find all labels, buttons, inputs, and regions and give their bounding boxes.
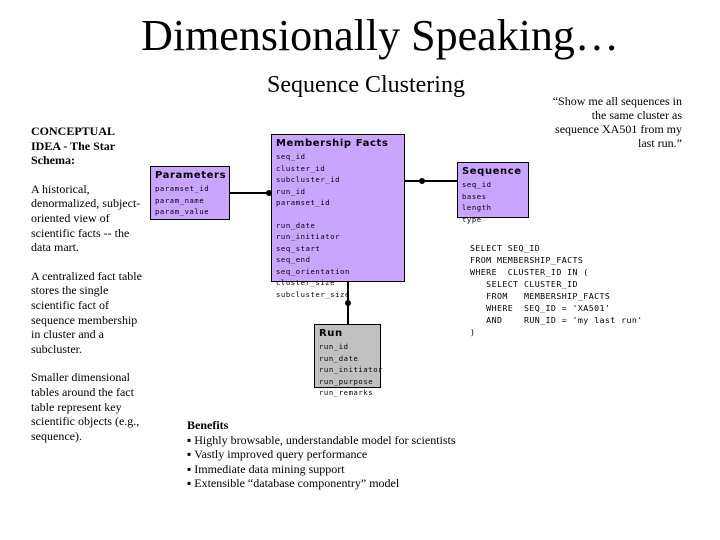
table-name: Parameters — [155, 170, 227, 181]
table-field: param_name — [155, 195, 205, 205]
table-field: seq_id — [276, 152, 306, 161]
table-field: bases — [462, 191, 487, 201]
table-field: seq_id — [462, 180, 492, 189]
sequence-table: Sequence seq_id bases length type — [457, 162, 529, 224]
concept-paragraph: A centralized fact table stores the sing… — [31, 268, 142, 356]
table-field: run_initiator — [276, 232, 341, 241]
concept-paragraph: Smaller dimensional tables around the fa… — [31, 370, 140, 443]
table-name: Run — [319, 328, 343, 339]
slide-title: Dimensionally Speaking… — [141, 11, 619, 60]
table-field: seq_orientation — [276, 266, 350, 276]
table-field: paramset_id — [155, 184, 210, 193]
benefits-heading: Benefits — [187, 418, 229, 432]
table-field: param_value — [155, 207, 210, 216]
table-field: subcluster_id — [276, 175, 341, 184]
table-field: seq_end — [276, 255, 311, 264]
sql-line: ) — [470, 327, 476, 337]
table-field: paramset_id — [276, 198, 331, 207]
run-table: Run run_id run_date run_initiator run_pu… — [314, 324, 384, 397]
connector-endpoint-dot — [345, 300, 351, 306]
sql-line: FROM MEMBERSHIP_FACTS — [470, 291, 611, 301]
parameters-table: Parameters paramset_id param_name param_… — [150, 166, 230, 220]
concept-paragraph: A historical, denormalized, subject-orie… — [31, 181, 141, 255]
benefit-item: Extensible “database componentry” model — [187, 476, 456, 491]
membership-facts-table: Membership Facts seq_id cluster_id subcl… — [271, 134, 405, 299]
benefit-item: Vastly improved query performance — [187, 447, 456, 462]
table-field: run_id — [319, 342, 349, 351]
sql-line: WHERE SEQ_ID = 'XA501' — [470, 303, 611, 313]
benefit-item: Highly browsable, understandable model f… — [187, 433, 455, 448]
table-field: cluster_size — [276, 278, 336, 287]
table-field: cluster_id — [276, 163, 326, 173]
connector-parameters-facts — [230, 192, 271, 194]
concept-heading: CONCEPTUAL IDEA - The Star Schema: — [31, 124, 115, 168]
benefit-item: Immediate data mining support — [187, 462, 456, 477]
table-field: subcluster_size — [276, 289, 350, 299]
table-field: type — [462, 214, 482, 224]
connector-endpoint-dot — [419, 178, 425, 184]
sql-line: FROM MEMBERSHIP_FACTS — [470, 255, 584, 265]
benefits-list: Benefits Highly browsable, understandabl… — [187, 418, 456, 491]
table-field: run_initiator — [319, 365, 384, 374]
query-quote: “Show me all sequences in the same clust… — [552, 94, 682, 150]
sql-line: AND RUN_ID = 'my last run' — [470, 315, 643, 325]
connector-facts-sequence — [405, 180, 457, 182]
table-name: Membership Facts — [276, 138, 389, 149]
concept-description: CONCEPTUAL IDEA - The Star Schema: A his… — [31, 124, 143, 457]
table-field: run_id — [276, 186, 306, 196]
table-field: length — [462, 203, 492, 212]
table-field: run_date — [319, 353, 359, 363]
sql-line: WHERE CLUSTER_ID IN ( — [470, 267, 589, 277]
table-name: Sequence — [462, 166, 522, 177]
sql-query: SELECT SEQ_ID FROM MEMBERSHIP_FACTS WHERE … — [470, 242, 643, 338]
sql-line: SELECT SEQ_ID — [470, 243, 541, 253]
table-field: run_date — [276, 220, 316, 230]
table-field: run_purpose — [319, 376, 374, 386]
table-field: seq_start — [276, 243, 321, 253]
sql-line: SELECT CLUSTER_ID — [470, 279, 578, 289]
table-field: run_remarks — [319, 388, 374, 397]
